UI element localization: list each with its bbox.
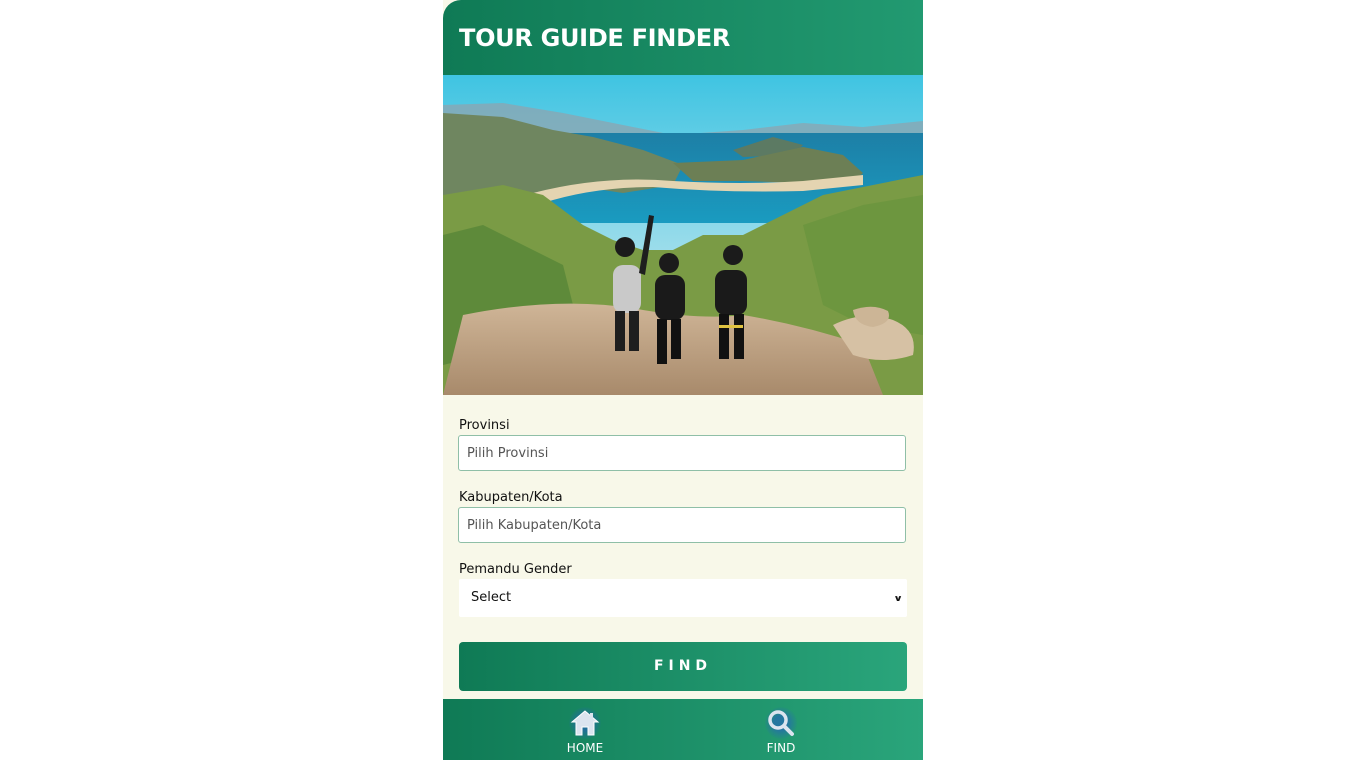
find-button[interactable]: FIND <box>459 642 907 691</box>
city-label: Kabupaten/Kota <box>459 490 563 505</box>
search-icon <box>765 707 797 739</box>
app-screen: TOUR GUIDE FINDER Provinsi Pilih Provins… <box>443 0 923 760</box>
province-input[interactable] <box>458 435 906 471</box>
nav-find-label: FIND <box>766 741 796 755</box>
province-label: Provinsi <box>459 418 510 433</box>
app-header: TOUR GUIDE FINDER <box>443 0 923 75</box>
gender-select[interactable]: Select ∨ <box>459 579 907 617</box>
gender-label: Pemandu Gender <box>459 562 572 577</box>
home-icon <box>569 707 601 739</box>
bottom-navigation: HOME FIND <box>443 699 923 760</box>
nav-find[interactable]: FIND <box>741 699 821 760</box>
app-title: TOUR GUIDE FINDER <box>459 24 730 52</box>
landscape-illustration <box>443 75 923 395</box>
gender-select-value: Select <box>471 590 512 605</box>
chevron-down-icon: ∨ <box>893 593 903 603</box>
city-input[interactable] <box>458 507 906 543</box>
hero-image <box>443 75 923 395</box>
nav-home-label: HOME <box>566 741 604 755</box>
nav-home[interactable]: HOME <box>545 699 625 760</box>
